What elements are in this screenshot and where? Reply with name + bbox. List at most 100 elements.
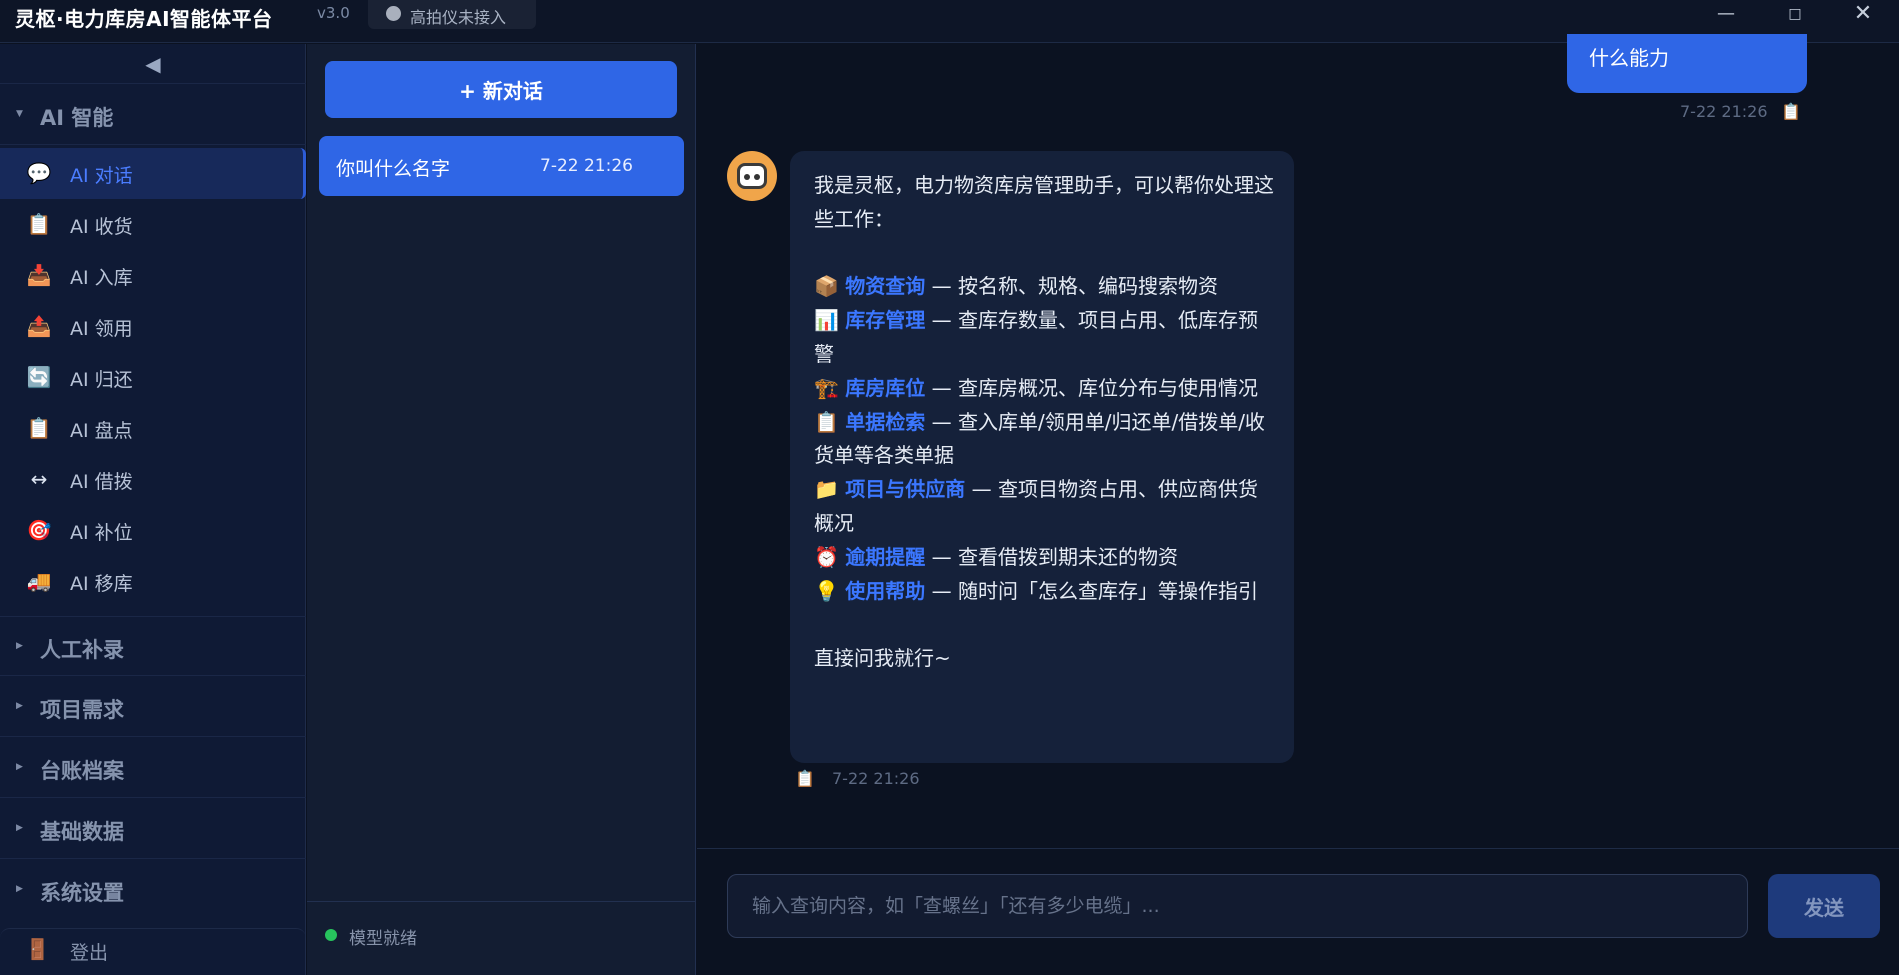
sidebar-group-base-data[interactable]: ▶ 基础数据 [0,799,306,859]
sidebar-group-label: 项目需求 [40,698,124,722]
logout-button[interactable]: 🚪 登出 [0,928,306,975]
copy-icon[interactable]: 📋 [1781,102,1801,121]
caret-right-icon: ▶ [16,762,23,772]
bar-chart-icon: 📊 [814,308,839,333]
feature-desc: — 按名称、规格、编码搜索物资 [925,274,1218,299]
inbox-icon: 📥 [26,263,52,287]
collapse-sidebar-button[interactable]: ◀ [0,44,306,84]
sidebar-group-ledger[interactable]: ▶ 台账档案 [0,738,306,798]
sidebar-group-label: 基础数据 [40,820,124,844]
sidebar-item-ai-transfer[interactable]: ↔ AI 借拨 [0,454,306,505]
bot-message-bubble: 我是灵枢，电力物资库房管理助手，可以帮你处理这些工作： 📦 物资查询 — 按名称… [790,151,1294,763]
sidebar-group-project-demand[interactable]: ▶ 项目需求 [0,677,306,737]
caret-right-icon: ▶ [16,641,23,651]
bot-message-text: 我是灵枢，电力物资库房管理助手，可以帮你处理这些工作： 📦 物资查询 — 按名称… [814,169,1274,676]
feature-line: 💡 使用帮助 — 随时问「怎么查库存」等操作指引 [814,575,1274,609]
outbox-icon: 📤 [26,314,52,338]
app-version: v3.0 [317,4,350,22]
model-status-bar: 模型就绪 [307,901,695,975]
status-dot-icon [386,6,401,21]
device-status-text: 高拍仪未接入 [410,8,507,27]
chat-area: 什么能力 7-22 21:26 📋 我是灵枢，电力物资库房管理助手，可以帮你处理… [697,34,1899,975]
feature-line: ⏰ 逾期提醒 — 查看借拨到期未还的物资 [814,541,1274,575]
feature-name: 物资查询 [845,274,926,299]
sidebar-group-label: 人工补录 [40,638,124,662]
sidebar-item-ai-return[interactable]: 🔄 AI 归还 [0,352,306,403]
sidebar-item-ai-replenish[interactable]: 🎯 AI 补位 [0,505,306,556]
box-icon: 📦 [814,274,839,299]
feature-name: 逾期提醒 [845,544,926,569]
conversation-title: 你叫什么名字 [336,158,451,180]
user-message-bubble: 什么能力 [1567,34,1807,93]
caret-right-icon: ▶ [16,884,23,894]
sidebar-item-label: AI 移库 [70,573,133,595]
folder-icon: 📁 [814,477,839,502]
bot-message-time: 7-22 21:26 [832,769,920,788]
sidebar-item-ai-requisition[interactable]: 📤 AI 领用 [0,301,306,352]
feature-desc: — 查库房概况、库位分布与使用情况 [925,375,1258,400]
truck-icon: 🚚 [26,569,52,593]
sidebar-group-settings[interactable]: ▶ 系统设置 [0,860,306,920]
sidebar-item-ai-inbound[interactable]: 📥 AI 入库 [0,250,306,301]
caret-right-icon: ▶ [16,823,23,833]
sidebar-group-label: 台账档案 [40,759,124,783]
caret-down-icon: ▼ [16,109,23,119]
sidebar-item-label: AI 盘点 [70,420,133,442]
bot-avatar [727,151,777,201]
sidebar-group-label: AI 智能 [40,106,114,130]
model-status-text: 模型就绪 [349,929,417,949]
device-status-badge: 高拍仪未接入 [368,0,536,29]
sidebar-item-label: AI 归还 [70,369,133,391]
feature-name: 项目与供应商 [845,477,966,502]
feature-line: 📦 物资查询 — 按名称、规格、编码搜索物资 [814,270,1274,304]
feature-line: 📊 库存管理 — 查库存数量、项目占用、低库存预警 [814,304,1274,372]
sidebar-group-ai[interactable]: ▼ AI 智能 [0,85,306,145]
feature-line: 🏗️ 库房库位 — 查库房概况、库位分布与使用情况 [814,372,1274,406]
sidebar-item-label: AI 补位 [70,522,133,544]
conversation-item[interactable]: 你叫什么名字 7-22 21:26 [319,136,684,196]
clipboard-icon: 📋 [26,416,52,440]
left-right-arrow-icon: ↔ [30,467,48,491]
status-dot-icon [325,929,337,941]
clipboard-icon: 📋 [814,409,839,434]
alarm-clock-icon: ⏰ [814,544,839,569]
conversation-time: 7-22 21:26 [540,156,633,176]
sidebar-item-ai-relocate[interactable]: 🚚 AI 移库 [0,556,306,607]
caret-right-icon: ▶ [16,701,23,711]
sidebar: ◀ ▼ AI 智能 💬 AI 对话 📋 AI 收货 📥 AI 入库 📤 AI 领… [0,44,306,975]
sidebar-item-label: AI 入库 [70,267,133,289]
maximize-button[interactable]: □ [1772,0,1818,30]
user-message-time: 7-22 21:26 [1680,102,1768,121]
sidebar-group-manual-entry[interactable]: ▶ 人工补录 [0,616,306,676]
sidebar-group-label: 系统设置 [40,881,124,905]
copy-icon[interactable]: 📋 [795,769,815,788]
target-icon: 🎯 [26,518,52,542]
sidebar-item-label: AI 领用 [70,318,133,340]
sidebar-item-ai-chat[interactable]: 💬 AI 对话 [0,148,306,199]
close-button[interactable]: ✕ [1840,0,1886,30]
sidebar-item-label: AI 对话 [70,165,133,187]
chat-input[interactable] [727,874,1748,938]
minimize-button[interactable]: — [1703,0,1749,30]
sidebar-item-ai-inventory-check[interactable]: 📋 AI 盘点 [0,403,306,454]
robot-icon [737,163,767,189]
sidebar-item-ai-receiving[interactable]: 📋 AI 收货 [0,199,306,250]
feature-desc: — 随时问「怎么查库存」等操作指引 [925,578,1258,603]
send-button[interactable]: 发送 [1768,874,1880,938]
new-chat-button[interactable]: + 新对话 [325,61,677,118]
feature-line: 📁 项目与供应商 — 查项目物资占用、供应商供货概况 [814,473,1274,541]
feature-name: 库房库位 [845,375,926,400]
user-message-text: 什么能力 [1589,46,1669,70]
door-icon: 🚪 [25,937,50,961]
feature-name: 单据检索 [845,409,926,434]
logout-label: 登出 [70,942,109,964]
feature-name: 使用帮助 [845,578,926,603]
feature-line: 📋 单据检索 — 查入库单/领用单/归还单/借拨单/收货单等各类单据 [814,406,1274,474]
lightbulb-icon: 💡 [814,578,839,603]
bot-intro: 我是灵枢，电力物资库房管理助手，可以帮你处理这些工作： [814,173,1274,231]
sidebar-item-label: AI 收货 [70,216,133,238]
message-composer: 发送 [697,848,1899,975]
construction-icon: 🏗️ [814,375,839,400]
feature-desc: — 查看借拨到期未还的物资 [925,544,1178,569]
feature-name: 库存管理 [845,308,926,333]
